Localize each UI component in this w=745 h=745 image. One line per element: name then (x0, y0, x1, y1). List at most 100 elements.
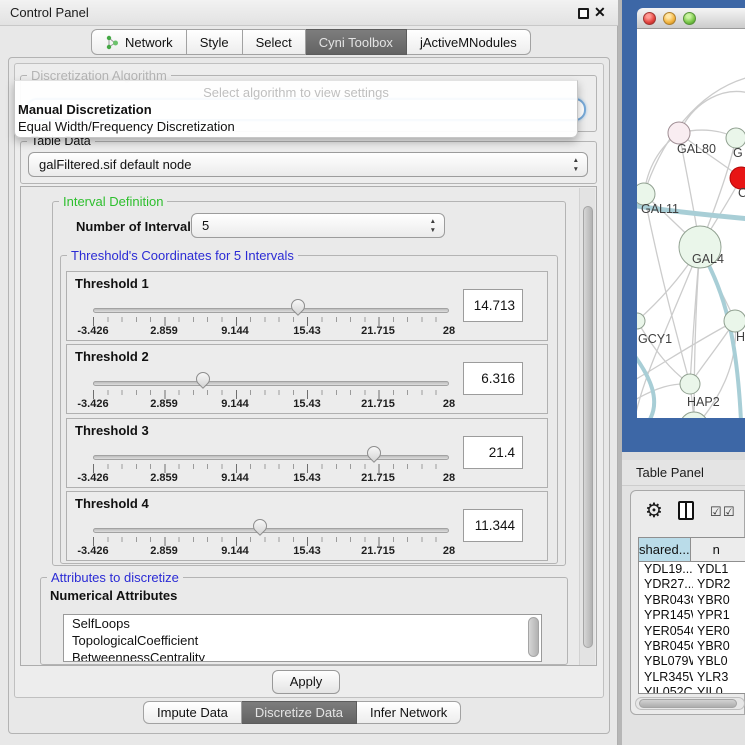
tick-label: 2.859 (150, 398, 178, 410)
node-green[interactable] (726, 128, 745, 148)
threshold-3-card: Threshold 3 -3.426 2.859 9.144 15.43 21.… (66, 418, 548, 488)
threshold-4-slider[interactable] (93, 528, 449, 533)
tab-style[interactable]: Style (187, 29, 243, 55)
column-header-name[interactable]: n (691, 538, 745, 561)
tab-network[interactable]: Network (91, 29, 187, 55)
tick-label: 21.715 (361, 472, 395, 484)
threshold-3-value-field[interactable]: 21.4 (463, 436, 523, 469)
node-label-g: G (733, 146, 743, 160)
control-panel: Control Panel ✕ Network Style (0, 0, 618, 745)
network-graph: GAL80 G GAL11 C GAL4 GCY1 H HAP2 (637, 29, 745, 418)
node-bottom[interactable] (680, 412, 708, 418)
close-traffic-light-icon[interactable] (643, 12, 656, 25)
cell[interactable]: YIL0 (693, 685, 745, 694)
tab-label: Network (125, 35, 173, 50)
zoom-traffic-light-icon[interactable] (683, 12, 696, 25)
tab-discretize-data[interactable]: Discretize Data (242, 701, 357, 724)
minimize-traffic-light-icon[interactable] (663, 12, 676, 25)
cell[interactable]: YLR345W (639, 670, 693, 685)
cell[interactable]: YER0 (693, 624, 745, 639)
table-toolbar: ⚙ ☑ ☑ (631, 499, 745, 527)
list-item[interactable]: SelfLoops (64, 615, 541, 632)
float-window-icon[interactable] (578, 8, 589, 19)
cell[interactable]: YBL079W (639, 654, 693, 669)
dropdown-item-manual-discretization[interactable]: Manual Discretization (18, 102, 152, 117)
table-row[interactable]: YER054CYER0 (639, 624, 745, 639)
apply-button[interactable]: Apply (272, 670, 340, 694)
threshold-1-slider[interactable] (93, 308, 449, 313)
table-row[interactable]: YDL19...YDL1 (639, 562, 745, 577)
cell[interactable]: YDL19... (639, 562, 693, 577)
cell[interactable]: YBR043C (639, 593, 693, 608)
group-title: Attributes to discretize (47, 570, 183, 585)
table-row[interactable]: YBR045CYBR0 (639, 639, 745, 654)
horizontal-scrollbar[interactable] (635, 697, 745, 710)
node-hap2[interactable] (680, 374, 700, 394)
checkbox-icon[interactable]: ☑ (723, 504, 735, 520)
top-tab-bar: Network Style Select Cyni Toolbox jActiv… (91, 29, 531, 55)
checkbox-icon[interactable]: ☑ (710, 504, 722, 520)
cell[interactable]: YBR045C (639, 639, 693, 654)
threshold-label: Threshold 1 (75, 276, 149, 291)
cell[interactable]: YPR145W (639, 608, 693, 623)
number-of-intervals-spinner[interactable]: 5 ▲▼ (191, 213, 445, 238)
cell[interactable]: YIL052C (639, 685, 693, 694)
threshold-4-value-field[interactable]: 11.344 (463, 509, 523, 542)
node-label-gal11: GAL11 (641, 202, 679, 216)
tick-label: 9.144 (221, 545, 249, 557)
list-item[interactable]: BetweennessCentrality (64, 649, 541, 662)
tab-label: Cyni Toolbox (319, 35, 393, 50)
cell[interactable]: YDL1 (693, 562, 745, 577)
dropdown-item-equal-width[interactable]: Equal Width/Frequency Discretization (18, 119, 235, 134)
attributes-list[interactable]: SelfLoops TopologicalCoefficient Between… (63, 614, 542, 662)
node-right[interactable] (724, 310, 745, 332)
tab-cyni-toolbox[interactable]: Cyni Toolbox (306, 29, 407, 55)
list-scrollbar-thumb[interactable] (528, 617, 539, 657)
table-row[interactable]: YPR145WYPR1 (639, 608, 745, 623)
table-data-combobox[interactable]: galFiltered.sif default node ▲▼ (28, 152, 588, 177)
cell[interactable]: YDR2 (693, 577, 745, 592)
scrollbar-thumb[interactable] (583, 206, 593, 648)
threshold-1-value-field[interactable]: 14.713 (463, 289, 523, 322)
tab-jactivemnodules[interactable]: jActiveMNodules (407, 29, 531, 55)
threshold-1-card: Threshold 1 -3.426 2.859 9.144 15.43 21.… (66, 271, 548, 341)
spacer (622, 452, 745, 460)
group-title: Interval Definition (59, 194, 167, 209)
scrollbar-thumb[interactable] (639, 699, 737, 708)
vertical-scrollbar[interactable] (579, 188, 595, 665)
cell[interactable]: YER054C (639, 624, 693, 639)
application-window: Control Panel ✕ Network Style (0, 0, 745, 745)
close-icon[interactable]: ✕ (594, 4, 606, 21)
cell[interactable]: YLR3 (693, 670, 745, 685)
numerical-attributes-label: Numerical Attributes (50, 588, 177, 603)
network-view-window: GAL80 G GAL11 C GAL4 GCY1 H HAP2 (637, 8, 745, 418)
list-item[interactable]: TopologicalCoefficient (64, 632, 541, 649)
cell[interactable]: YDR27... (639, 577, 693, 592)
cell[interactable]: YPR1 (693, 608, 745, 623)
tab-label: Style (200, 35, 229, 50)
node-pink[interactable] (668, 122, 690, 144)
column-header-shared-name[interactable]: shared... (639, 538, 691, 561)
tick-label: 21.715 (361, 325, 395, 337)
tab-label: Infer Network (370, 705, 447, 720)
tab-impute-data[interactable]: Impute Data (143, 701, 242, 724)
table-row[interactable]: YLR345WYLR3 (639, 670, 745, 685)
tick-label: 28 (443, 545, 455, 557)
threshold-3-slider[interactable] (93, 455, 449, 460)
tab-label: jActiveMNodules (420, 35, 517, 50)
tab-infer-network[interactable]: Infer Network (357, 701, 461, 724)
columns-icon[interactable] (678, 501, 694, 520)
cell[interactable]: YBL0 (693, 654, 745, 669)
gear-icon[interactable]: ⚙ (645, 499, 663, 523)
table-row[interactable]: YBR043CYBR0 (639, 593, 745, 608)
table-row[interactable]: YIL052CYIL0 (639, 685, 745, 694)
tick-label: 21.715 (361, 545, 395, 557)
threshold-2-value-field[interactable]: 6.316 (463, 362, 523, 395)
table-row[interactable]: YDR27...YDR2 (639, 577, 745, 592)
table-row[interactable]: YBL079WYBL0 (639, 654, 745, 669)
cell[interactable]: YBR0 (693, 593, 745, 608)
network-canvas[interactable]: GAL80 G GAL11 C GAL4 GCY1 H HAP2 (637, 29, 745, 418)
tab-select[interactable]: Select (243, 29, 306, 55)
threshold-2-slider[interactable] (93, 381, 449, 386)
cell[interactable]: YBR0 (693, 639, 745, 654)
